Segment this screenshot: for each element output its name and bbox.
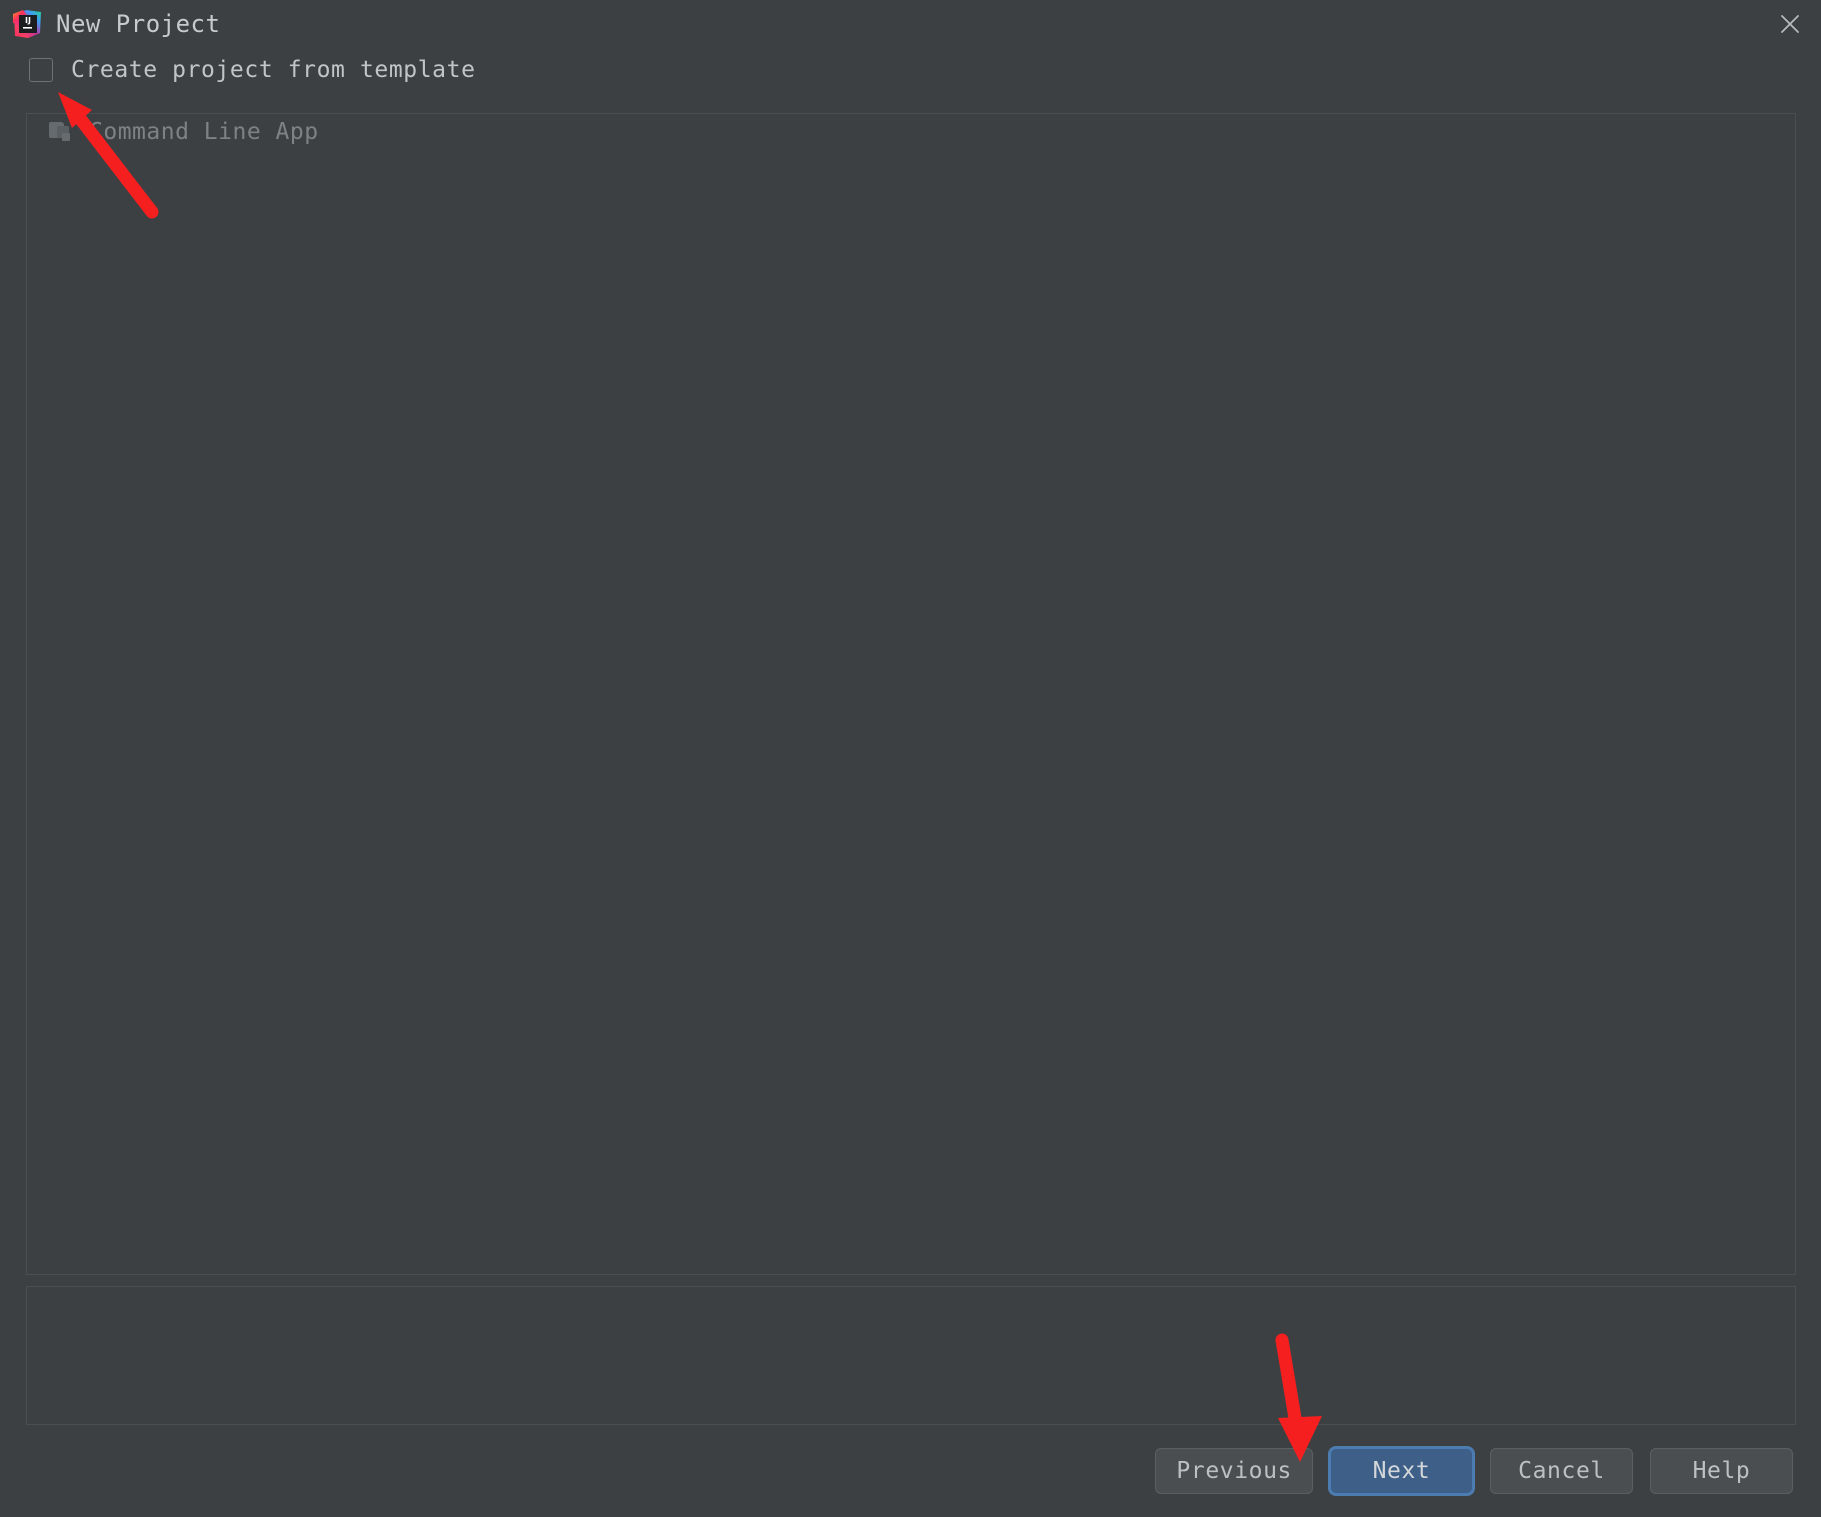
list-item[interactable]: Command Line App — [27, 114, 1795, 150]
close-icon[interactable] — [1759, 0, 1821, 47]
create-project-from-template-checkbox[interactable] — [29, 57, 53, 82]
new-project-dialog: IJ New Project Create project from templ… — [0, 0, 1821, 1517]
dialog-title: New Project — [56, 9, 221, 38]
template-list-panel[interactable]: Command Line App — [26, 113, 1796, 1275]
create-project-from-template-row[interactable]: Create project from template — [0, 47, 1821, 92]
intellij-idea-icon: IJ — [12, 9, 42, 39]
cancel-button[interactable]: Cancel — [1490, 1448, 1633, 1494]
dialog-titlebar: IJ New Project — [0, 0, 1821, 47]
svg-text:IJ: IJ — [25, 16, 31, 25]
help-button[interactable]: Help — [1650, 1448, 1793, 1494]
create-project-from-template-label: Create project from template — [71, 56, 476, 83]
list-item-label: Command Line App — [89, 119, 319, 145]
previous-button[interactable]: Previous — [1155, 1448, 1313, 1494]
dialog-button-bar: Previous Next Cancel Help — [0, 1425, 1821, 1517]
template-settings-panel — [26, 1286, 1796, 1425]
folder-module-icon — [49, 120, 75, 144]
next-button[interactable]: Next — [1330, 1448, 1473, 1494]
